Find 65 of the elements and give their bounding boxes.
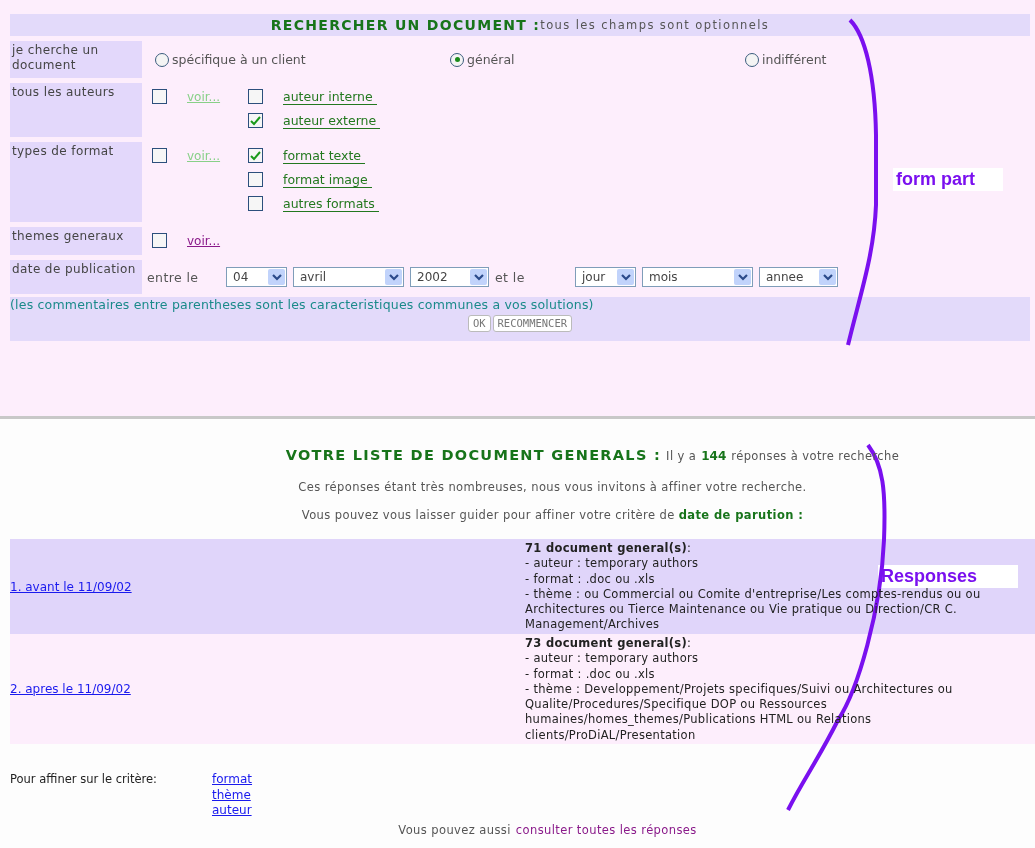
result-summary: 73 document general(s): [525, 636, 692, 652]
note-text: (les commentaires entre parentheses sont les caracteristiques communes a vos solutions) [10, 297, 594, 312]
from-label: entre le [147, 269, 200, 285]
radio-option[interactable]: indifférent [745, 52, 1035, 67]
result-detail: - auteur : temporary authors [525, 651, 699, 667]
all-results-link[interactable]: consulter toutes les réponses [515, 822, 697, 837]
radio-button[interactable] [745, 52, 759, 67]
refine-link[interactable]: auteur [212, 803, 252, 819]
guide-text: Vous pouvez vous laisser guider pour affiner votre critère de date de parution : [300, 508, 805, 522]
result-link[interactable]: 1. avant le 11/09/02 [10, 579, 132, 594]
field-label: tous les auteurs [10, 83, 142, 137]
option-link[interactable]: auteur externe [283, 113, 381, 129]
field-label: je cherche un document [10, 41, 142, 78]
result-detail: - auteur : temporary authors [525, 556, 699, 572]
result-count: 144 [701, 449, 727, 463]
chevron-down-icon [268, 269, 285, 285]
option-link[interactable]: autres formats [283, 196, 379, 212]
chevron-down-icon [734, 269, 751, 285]
refine-link[interactable]: thème [212, 787, 251, 803]
checkbox[interactable] [248, 172, 263, 187]
checkbox[interactable] [152, 233, 167, 248]
form-subtitle: tous les champs sont optionnels [540, 18, 770, 32]
form-title: RECHERCHER UN DOCUMENT : [270, 17, 541, 33]
reset-button[interactable]: RECOMMENCER [492, 315, 573, 332]
checkbox[interactable] [248, 89, 263, 104]
radio-option[interactable]: spécifique à un client [155, 52, 450, 67]
to-label: et le [495, 269, 526, 285]
count-prefix: Il y a [666, 449, 697, 463]
field-label: types de format [10, 142, 142, 222]
dropdown[interactable]: 2002 [410, 267, 489, 287]
results-title: VOTRE LISTE DE DOCUMENT GENERALS : [285, 447, 662, 463]
option-link[interactable]: auteur interne [283, 89, 377, 105]
checkbox[interactable] [152, 89, 167, 104]
dropdown[interactable]: 04 [226, 267, 287, 287]
refine-link[interactable]: format [212, 772, 253, 788]
radio-button[interactable] [450, 52, 464, 67]
dropdown[interactable]: annee [759, 267, 838, 287]
dropdown[interactable]: avril [293, 267, 404, 287]
chevron-down-icon [819, 269, 836, 285]
checkbox[interactable] [152, 148, 167, 163]
option-link[interactable]: format image [283, 172, 372, 188]
footer-text: Vous pouvez aussi [398, 822, 511, 837]
checkbox[interactable] [248, 113, 263, 128]
chevron-down-icon [470, 269, 487, 285]
see-more-link[interactable]: voir... [187, 233, 248, 248]
result-link[interactable]: 2. apres le 11/09/02 [10, 682, 131, 696]
result-detail: - format : .doc ou .xls [525, 666, 655, 682]
chevron-down-icon [617, 269, 634, 285]
dropdown[interactable]: mois [642, 267, 753, 287]
checkbox[interactable] [248, 196, 263, 211]
advice-text: Ces réponses étant très nombreuses, nous vous invitons à affiner votre recherche. [297, 480, 808, 494]
refine-label: Pour affiner sur le critère: [10, 772, 158, 788]
field-label: themes generaux [10, 227, 142, 255]
result-summary: 71 document general(s): [525, 541, 692, 557]
annotation-label: form part [893, 168, 1003, 191]
chevron-down-icon [385, 269, 402, 285]
radio-button[interactable] [155, 52, 169, 67]
dropdown[interactable]: jour [575, 267, 636, 287]
radio-option[interactable]: général [450, 52, 745, 67]
option-link[interactable]: format texte [283, 148, 366, 164]
field-label: date de publication [10, 260, 142, 294]
annotation-label: Responses [878, 565, 1018, 588]
ok-button[interactable]: OK [467, 315, 491, 332]
result-detail: - format : .doc ou .xls [525, 571, 655, 587]
checkbox[interactable] [248, 148, 263, 163]
